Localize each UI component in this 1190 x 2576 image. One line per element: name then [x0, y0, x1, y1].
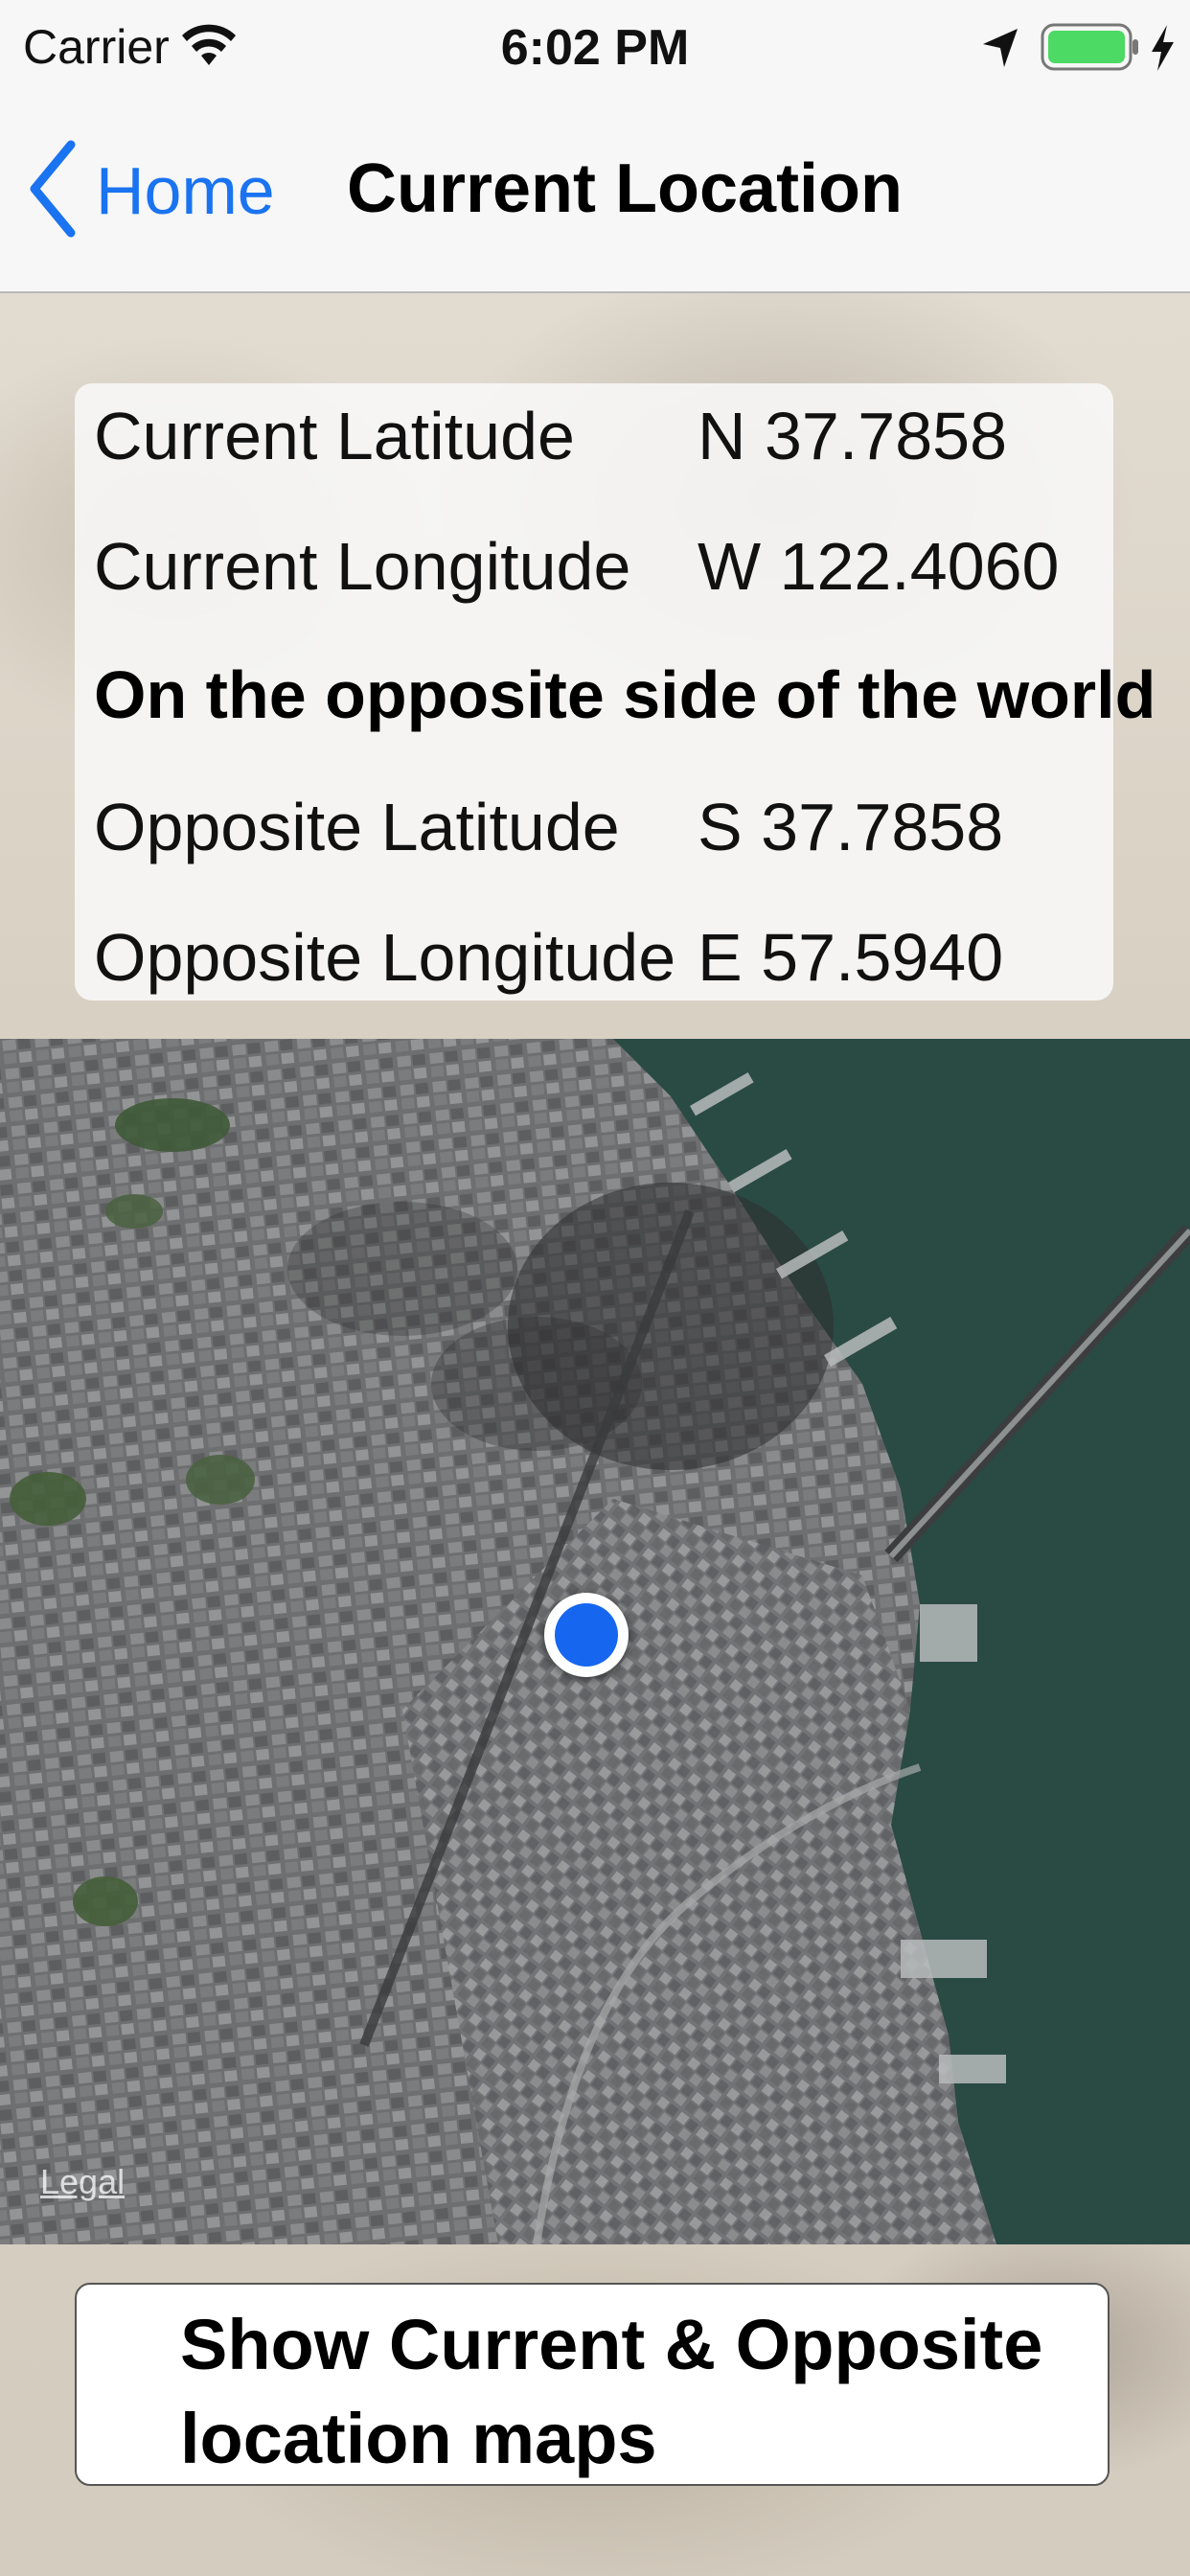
current-latitude-label: Current Latitude — [94, 399, 575, 473]
charging-icon — [1148, 23, 1177, 78]
back-button-label: Home — [96, 153, 275, 228]
opposite-latitude-value: S 37.7858 — [698, 790, 1004, 864]
navigation-bar: Home Current Location — [0, 98, 1190, 293]
opposite-side-heading: On the opposite side of the world — [94, 657, 1156, 732]
legal-link[interactable]: Legal — [40, 2162, 125, 2202]
current-latitude-value: N 37.7858 — [698, 399, 1008, 473]
user-location-dot — [544, 1593, 629, 1677]
page-title: Current Location — [347, 150, 904, 227]
location-arrow-icon — [981, 27, 1019, 74]
opposite-latitude-label: Opposite Latitude — [94, 790, 620, 864]
current-longitude-label: Current Longitude — [94, 529, 631, 604]
opposite-longitude-value: E 57.5940 — [698, 920, 1004, 995]
opposite-longitude-label: Opposite Longitude — [94, 920, 676, 995]
status-bar: Carrier 6:02 PM — [0, 0, 1190, 98]
show-maps-button[interactable]: Show Current & Opposite location maps — [75, 2283, 1110, 2486]
back-button[interactable]: Home — [27, 138, 286, 243]
chevron-left-icon — [27, 139, 77, 243]
battery-icon — [1041, 23, 1140, 78]
current-longitude-value: W 122.4060 — [698, 529, 1060, 604]
show-maps-button-label: Show Current & Opposite location maps — [180, 2305, 1043, 2478]
location-info-panel: Current Latitude N 37.7858 Current Longi… — [75, 383, 1156, 1000]
